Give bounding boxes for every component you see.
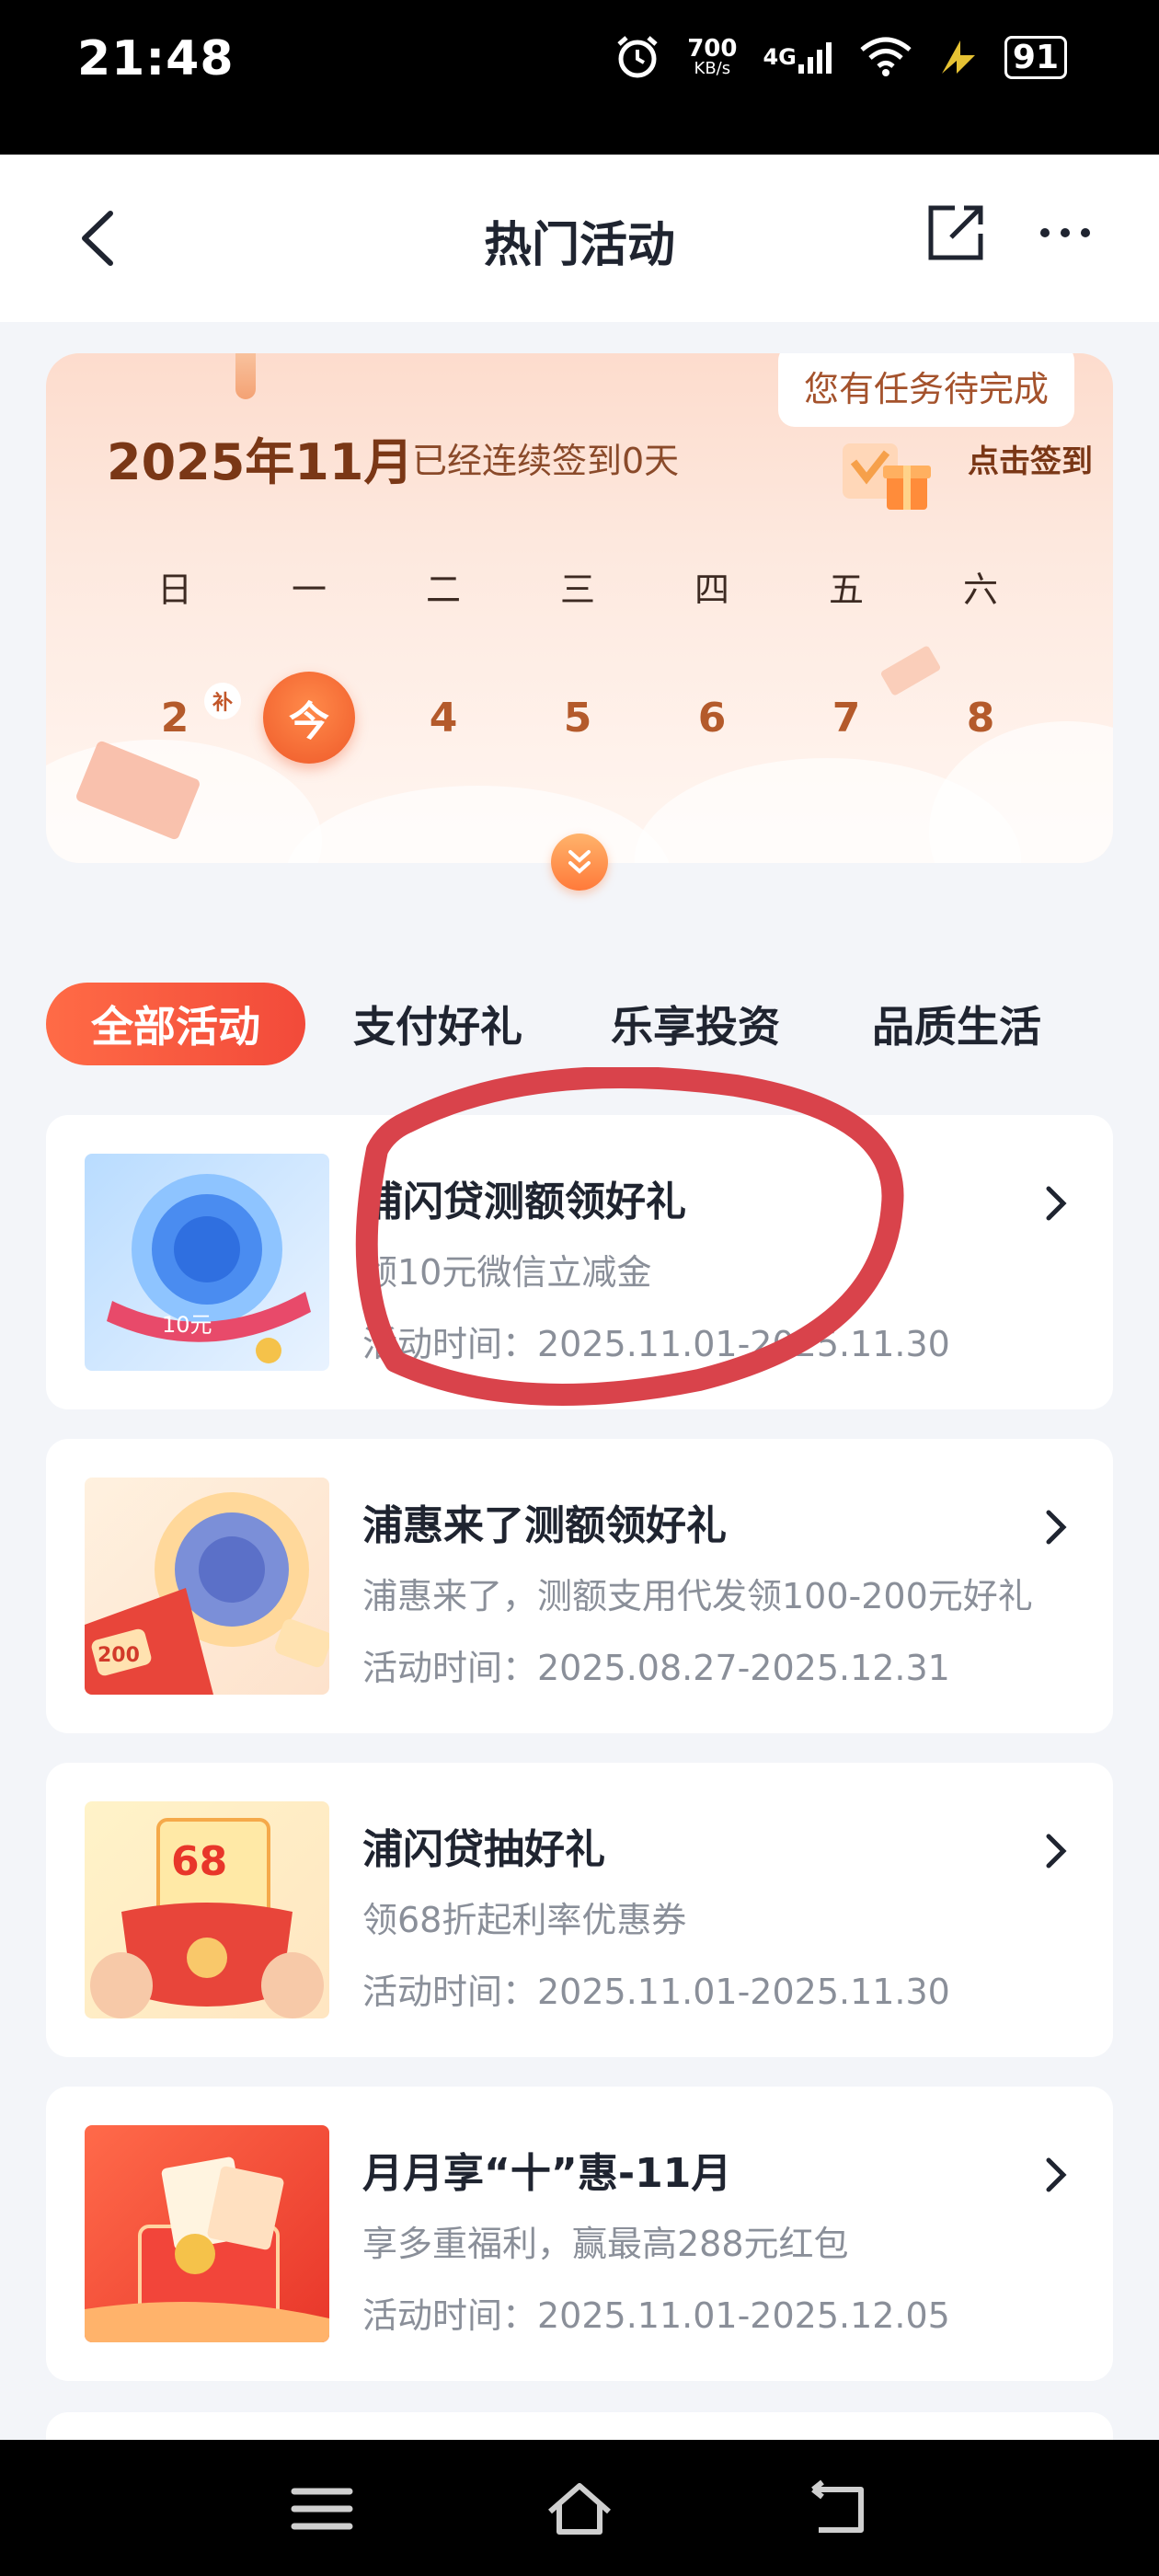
- battery-level: 91: [1004, 35, 1067, 79]
- weekday-label: 一: [291, 569, 327, 610]
- svg-text:200: 200: [98, 1644, 140, 1667]
- weekday-label: 六: [962, 569, 998, 610]
- menu-icon[interactable]: [285, 2477, 359, 2541]
- system-navigation-bar: [0, 2440, 1159, 2576]
- weekday-label: 二: [425, 569, 461, 610]
- activity-title: 浦闪贷抽好礼: [362, 1826, 605, 1873]
- alarm-icon: [614, 33, 661, 81]
- tab-quality-life[interactable]: 品质生活: [855, 983, 1058, 1065]
- chevron-right-icon: [1046, 2157, 1067, 2192]
- calendar-day[interactable]: 7: [800, 672, 892, 764]
- activity-thumbnail: 200: [85, 1478, 329, 1695]
- day-row: 2 今 4 5 6 7 8: [46, 672, 1113, 764]
- calendar-day[interactable]: 2: [129, 672, 221, 764]
- nav-bar: 热门活动: [0, 155, 1159, 322]
- activity-title: 浦闪贷测额领好礼: [362, 1179, 686, 1225]
- status-time: 21:48: [77, 31, 235, 86]
- chevron-right-icon: [1046, 1186, 1067, 1221]
- tab-payment-gifts[interactable]: 支付好礼: [337, 983, 539, 1065]
- home-icon[interactable]: [543, 2477, 616, 2541]
- activity-card[interactable]: 68 浦闪贷抽好礼 领68折起利率优惠券 活动时间：2025.11.01-202…: [46, 1763, 1113, 2057]
- activity-tabs: 全部活动 支付好礼 乐享投资 品质生活: [46, 983, 1113, 1065]
- svg-text:68: 68: [171, 1838, 227, 1885]
- chevron-right-icon: [1046, 1834, 1067, 1869]
- calendar-day[interactable]: 4: [397, 672, 489, 764]
- svg-text:10元: 10元: [162, 1312, 212, 1338]
- calendar-day[interactable]: 6: [666, 672, 758, 764]
- activity-card[interactable]: 200 浦惠来了测额领好礼 浦惠来了，测额支用代发领100-200元好礼 活动时…: [46, 1439, 1113, 1733]
- tab-investment[interactable]: 乐享投资: [594, 983, 797, 1065]
- activity-title: 浦惠来了测额领好礼: [362, 1502, 727, 1549]
- status-icons: 700 KB/s 4G 91: [614, 33, 1067, 81]
- status-bar: 21:48 700 KB/s 4G 91: [0, 0, 1159, 155]
- activity-time: 活动时间：2025.11.01-2025.11.30: [362, 1324, 950, 1364]
- double-chevron-down-icon: [568, 850, 591, 874]
- activity-title: 月月享“十”惠-11月: [362, 2150, 732, 2197]
- back-nav-icon[interactable]: [800, 2477, 874, 2541]
- signin-button[interactable]: 点击签到: [968, 436, 1093, 481]
- activity-thumbnail: 10元: [85, 1154, 329, 1371]
- chevron-right-icon: [1046, 1510, 1067, 1545]
- activity-desc: 浦惠来了，测额支用代发领100-200元好礼: [362, 1576, 1033, 1616]
- activity-thumbnail: 68: [85, 1801, 329, 2018]
- weekday-label: 五: [828, 569, 864, 610]
- calendar-day-today[interactable]: 今: [263, 672, 355, 764]
- cloud-decoration: [285, 786, 671, 863]
- calendar-pin: [235, 353, 256, 399]
- activity-time: 活动时间：2025.11.01-2025.11.30: [362, 1972, 950, 2012]
- more-icon[interactable]: [1038, 219, 1093, 247]
- gift-icon[interactable]: [833, 425, 935, 517]
- activity-desc: 享多重福利，赢最高288元红包: [362, 2224, 849, 2264]
- activity-thumbnail: [85, 2125, 329, 2342]
- activity-desc: 领68折起利率优惠券: [362, 1900, 687, 1940]
- calendar-day[interactable]: 8: [935, 672, 1027, 764]
- weekday-label: 四: [694, 569, 729, 610]
- network-speed: 700 KB/s: [687, 35, 738, 78]
- activity-time: 活动时间：2025.08.27-2025.12.31: [362, 1648, 950, 1688]
- activity-card[interactable]: 月月享“十”惠-11月 享多重福利，赢最高288元红包 活动时间：2025.11…: [46, 2087, 1113, 2381]
- tab-all-activities[interactable]: 全部活动: [46, 983, 305, 1065]
- calendar-day[interactable]: 5: [532, 672, 624, 764]
- signal-icon: 4G: [763, 39, 832, 75]
- makeup-signin-tag: 补: [204, 683, 241, 719]
- activity-desc: 领10元微信立减金: [362, 1252, 652, 1293]
- signin-streak: 已经连续签到0天: [412, 441, 680, 481]
- charging-icon: [938, 37, 979, 77]
- weekday-label: 三: [559, 569, 595, 610]
- task-reminder-bubble[interactable]: 您有任务待完成: [778, 353, 1075, 427]
- weekday-label: 日: [156, 569, 192, 610]
- expand-calendar-button[interactable]: [551, 834, 608, 891]
- activity-time: 活动时间：2025.11.01-2025.12.05: [362, 2295, 950, 2336]
- wifi-icon: [859, 37, 912, 77]
- calendar-month: 2025年11月: [107, 433, 414, 491]
- signin-calendar-card: 2025年11月 已经连续签到0天 您有任务待完成 点击签到 日 一 二 三 四…: [46, 353, 1113, 863]
- activity-card[interactable]: 10元 浦闪贷测额领好礼 领10元微信立减金 活动时间：2025.11.01-2…: [46, 1115, 1113, 1409]
- share-icon[interactable]: [924, 201, 988, 265]
- weekday-row: 日 一 二 三 四 五 六: [46, 561, 1113, 610]
